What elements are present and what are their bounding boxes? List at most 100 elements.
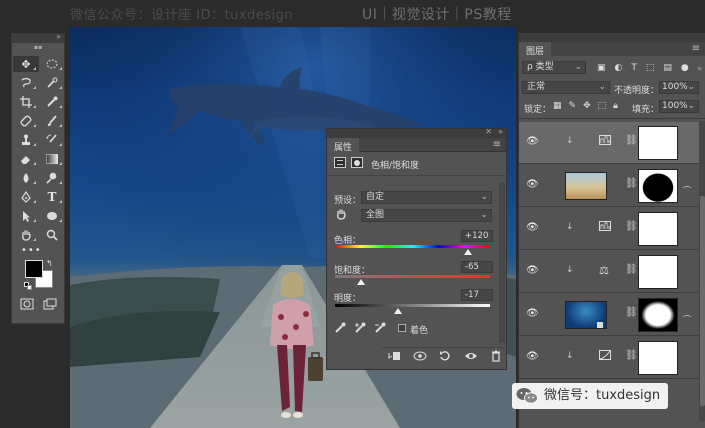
panel-menu-icon[interactable]: ≡ <box>493 139 501 150</box>
adjustment-layer-icon[interactable] <box>334 157 346 168</box>
targeted-adjust-hand-icon[interactable] <box>335 208 347 223</box>
move-tool-icon[interactable]: ✥ <box>13 56 39 72</box>
layer-mask-thumbnail[interactable] <box>638 169 678 203</box>
filter-shape-icon[interactable]: ⬚ <box>646 63 655 73</box>
layer-mask-thumbnail[interactable] <box>638 255 678 289</box>
properties-titlebar[interactable]: » ✕ <box>327 127 506 138</box>
lasso-tool-icon[interactable] <box>13 75 39 91</box>
filter-smart-object-icon[interactable]: ▤ <box>663 63 672 73</box>
saturation-slider[interactable] <box>335 275 490 278</box>
crop-tool-icon[interactable] <box>13 94 39 110</box>
lightness-input[interactable]: -17 <box>461 289 493 301</box>
layer-row[interactable]: 👁︎ ↓ ⚖︎ ⛓︎ <box>519 251 699 293</box>
eye-icon[interactable]: 👁︎ <box>526 308 539 319</box>
close-icon[interactable]: ✕ <box>485 127 492 136</box>
lock-all-icon[interactable]: 🔒︎ <box>613 101 618 111</box>
opacity-input[interactable]: 100% ⌄ <box>659 81 699 94</box>
quick-mask-icon[interactable] <box>20 298 34 313</box>
filter-adjustment-icon[interactable]: ◐ <box>615 63 623 73</box>
color-swatches[interactable]: ↰ <box>12 259 64 296</box>
ellipse-tool-icon[interactable] <box>39 208 65 224</box>
hand-tool-icon[interactable] <box>13 227 39 243</box>
divider <box>519 118 705 119</box>
quick-select-tool-icon[interactable] <box>39 75 65 91</box>
layer-row[interactable]: 👁︎ ↓ ⛓︎ <box>519 122 699 164</box>
scrollbar-thumb[interactable] <box>700 196 705 406</box>
layer-mask-icon[interactable] <box>351 157 363 168</box>
clip-to-layer-icon[interactable] <box>388 351 401 364</box>
pen-tool-icon[interactable] <box>13 189 39 205</box>
history-brush-tool-icon[interactable] <box>39 132 65 148</box>
default-colors-icon[interactable] <box>24 282 32 290</box>
fill-input[interactable]: 100% ⌄ <box>659 100 699 113</box>
eye-icon[interactable]: 👁︎ <box>526 136 539 147</box>
blur-tool-icon[interactable] <box>13 170 39 186</box>
layer-mask-thumbnail[interactable] <box>638 341 678 375</box>
tools-panel-titlebar[interactable]: » <box>12 32 64 43</box>
eye-icon[interactable]: 👁︎ <box>526 265 539 276</box>
saturation-slider-handle[interactable] <box>357 279 365 285</box>
layers-scrollbar[interactable] <box>699 121 705 421</box>
tab-properties[interactable]: 属性 <box>327 138 360 153</box>
lightness-slider[interactable] <box>335 304 490 307</box>
blend-mode-dropdown[interactable]: 正常 ⌄ <box>522 81 610 94</box>
layer-effects-icon[interactable]: ⌒ <box>683 185 691 196</box>
lock-artboard-icon[interactable]: ⬚ <box>598 101 607 111</box>
visibility-icon[interactable] <box>464 351 478 364</box>
hue-slider-handle[interactable] <box>464 249 472 255</box>
healing-brush-tool-icon[interactable] <box>13 113 39 129</box>
lightness-slider-handle[interactable] <box>394 308 402 314</box>
eyedropper-tool-icon[interactable] <box>39 94 65 110</box>
panel-menu-icon[interactable]: ≡ <box>692 43 700 54</box>
eraser-tool-icon[interactable] <box>13 151 39 167</box>
brush-tool-icon[interactable] <box>39 113 65 129</box>
clone-stamp-tool-icon[interactable] <box>13 132 39 148</box>
channel-dropdown[interactable]: 全图 ⌄ <box>361 209 492 222</box>
layer-row[interactable]: 👁︎ ⛓︎ ⌒ <box>519 165 699 207</box>
layer-row[interactable]: 👁︎ ⛓︎ ⌒ <box>519 294 699 336</box>
eyedropper-plus-icon[interactable] <box>354 322 366 337</box>
eye-icon[interactable]: 👁︎ <box>526 179 539 190</box>
gradient-tool-icon[interactable] <box>39 151 65 167</box>
screen-mode-icon[interactable] <box>43 298 57 313</box>
tab-layers[interactable]: 图层 <box>519 42 552 57</box>
layers-titlebar[interactable]: » <box>519 33 705 73</box>
swap-colors-icon[interactable]: ↰ <box>46 259 53 268</box>
marquee-tool-icon[interactable] <box>39 56 65 72</box>
type-tool-icon[interactable]: T <box>39 189 65 205</box>
preset-dropdown[interactable]: 自定 ⌄ <box>361 191 492 204</box>
collapse-icon[interactable]: » <box>56 32 61 41</box>
eye-icon[interactable]: 👁︎ <box>526 351 539 362</box>
more-tools-icon[interactable]: ••• <box>12 246 64 256</box>
lock-transparency-icon[interactable]: ▦ <box>553 101 562 111</box>
layer-mask-thumbnail[interactable] <box>638 212 678 246</box>
layer-mask-thumbnail[interactable] <box>638 298 678 332</box>
foreground-color[interactable] <box>25 260 43 278</box>
layer-row[interactable]: 👁︎ ↓ ⛓︎ <box>519 208 699 250</box>
layer-filter-dropdown[interactable]: ρ 类型 ⌄ <box>522 61 586 74</box>
layer-effects-icon[interactable]: ⌒ <box>683 314 691 325</box>
lock-pixels-icon[interactable]: ✎ <box>569 101 577 111</box>
eyedropper-minus-icon[interactable] <box>374 322 386 337</box>
filter-toggle-icon[interactable]: ● <box>681 63 689 73</box>
collapse-icon[interactable]: » <box>697 64 702 73</box>
zoom-tool-icon[interactable] <box>39 227 65 243</box>
colorize-checkbox[interactable] <box>398 324 406 332</box>
path-selection-tool-icon[interactable] <box>13 208 39 224</box>
layer-row[interactable]: 👁︎ ↓ ⛓︎ <box>519 337 699 379</box>
hue-slider[interactable] <box>335 245 490 248</box>
filter-pixel-icon[interactable]: ▣ <box>597 63 606 73</box>
collapse-icon[interactable]: » <box>498 127 503 136</box>
layer-mask-thumbnail[interactable] <box>638 126 678 160</box>
lock-position-icon[interactable]: ✥ <box>583 101 591 111</box>
saturation-input[interactable]: -65 <box>461 261 493 273</box>
view-previous-state-icon[interactable] <box>413 351 427 364</box>
reset-icon[interactable] <box>439 350 451 365</box>
properties-scrollbar[interactable] <box>499 183 505 343</box>
eye-icon[interactable]: 👁︎ <box>526 222 539 233</box>
dodge-tool-icon[interactable] <box>39 170 65 186</box>
eyedropper-icon[interactable] <box>334 322 346 337</box>
filter-type-icon[interactable]: T <box>631 63 637 73</box>
delete-icon[interactable] <box>491 350 501 365</box>
hue-input[interactable]: +120 <box>461 230 493 242</box>
